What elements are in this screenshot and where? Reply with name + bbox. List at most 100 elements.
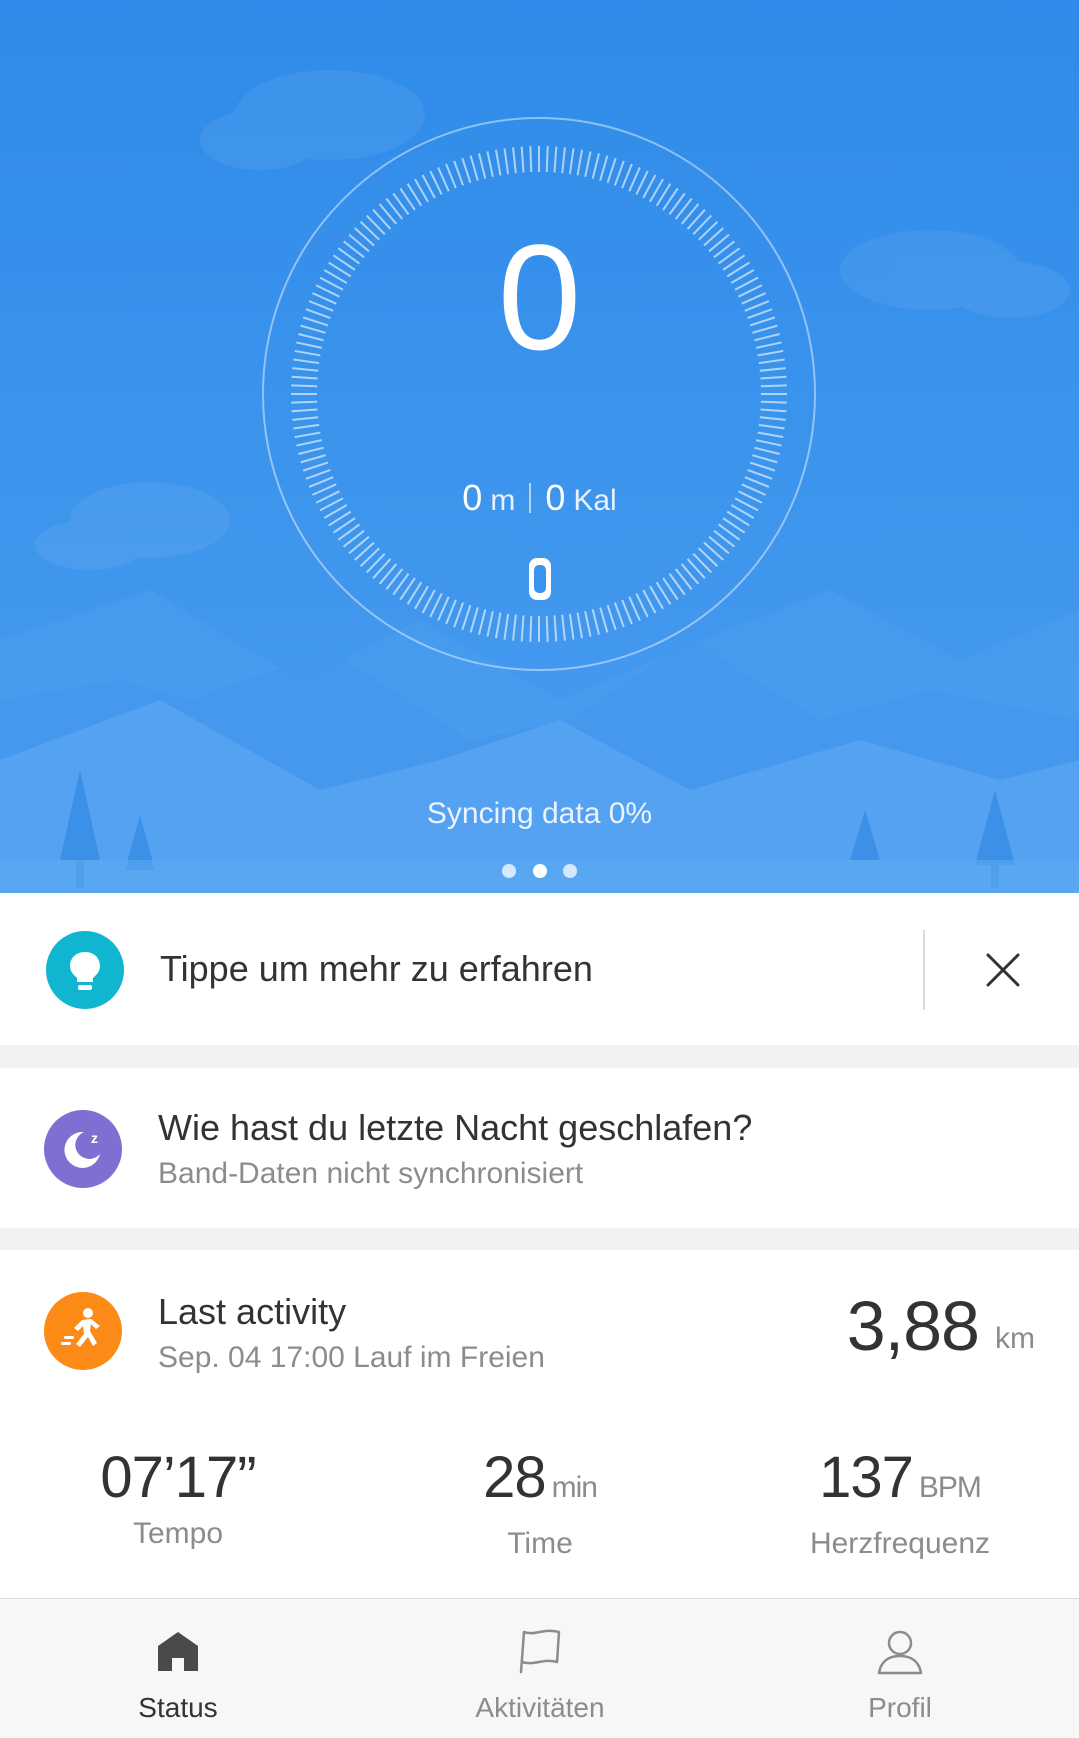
lightbulb-icon	[46, 931, 124, 1009]
ring-tick	[760, 400, 787, 404]
flag-icon	[519, 1629, 561, 1674]
ring-tick	[294, 431, 321, 439]
ring-tick	[293, 423, 320, 430]
ring-tick	[759, 416, 786, 421]
running-icon	[44, 1292, 122, 1370]
ring-tick	[445, 599, 457, 625]
ring-tick	[302, 461, 329, 472]
band-icon	[529, 558, 551, 600]
ring-tick	[437, 167, 450, 192]
metric-divider	[529, 483, 532, 513]
ring-tick	[752, 454, 778, 464]
ring-tick	[628, 596, 641, 621]
nav-status[interactable]: Status	[28, 1599, 328, 1738]
ring-tick	[576, 612, 584, 639]
ring-tick	[599, 607, 609, 633]
ring-tick	[621, 599, 633, 625]
stat-unit: min	[551, 1471, 598, 1504]
ring-tick	[561, 614, 566, 641]
nav-activities[interactable]: Aktivitäten	[390, 1599, 690, 1738]
nav-label: Profil	[868, 1692, 932, 1723]
tip-text: Tippe um mehr zu erfahren	[160, 948, 593, 989]
step-summary-panel[interactable]: 0 0 m 0 Kal Syncing data 0%	[0, 0, 1079, 893]
ring-tick	[453, 160, 465, 186]
ring-tick	[461, 604, 472, 631]
distance-calories-row: 0 m 0 Kal	[0, 474, 1079, 525]
ring-tick	[529, 615, 533, 642]
ring-tick	[545, 615, 549, 642]
step-count: 0	[497, 213, 582, 381]
ring-tick	[628, 167, 641, 192]
ring-tick	[494, 612, 502, 639]
activity-distance: 3,88	[846, 1287, 980, 1365]
ring-tick	[760, 408, 787, 413]
ring-tick	[437, 596, 450, 621]
ring-tick	[503, 613, 510, 640]
last-activity-card[interactable]: Last activity Sep. 04 17:00 Lauf im Frei…	[0, 1250, 1079, 1598]
ring-tick	[553, 615, 558, 642]
nav-profile[interactable]: Profil	[750, 1599, 1050, 1738]
ring-tick	[453, 602, 465, 628]
ring-tick	[758, 423, 785, 430]
page-indicator	[0, 864, 1079, 883]
ring-tick	[520, 615, 525, 642]
distance-unit: m	[490, 484, 516, 517]
ring-tick	[591, 153, 600, 179]
ring-tick	[613, 160, 625, 186]
sleep-subtitle: Band-Daten nicht synchronisiert	[158, 1157, 584, 1190]
ring-tick	[461, 157, 472, 184]
sleep-title: Wie hast du letzte Nacht geschlafen?	[158, 1107, 753, 1148]
stat-time: 28 min Time	[390, 1445, 690, 1563]
ring-tick	[613, 602, 625, 628]
stat-value: 07’17”	[100, 1445, 256, 1510]
ring-tick	[298, 446, 324, 455]
ring-tick	[445, 163, 457, 189]
ring-tick	[621, 163, 633, 189]
distance-value: 0	[462, 477, 483, 518]
page-dot	[562, 864, 577, 878]
activity-distance-unit: km	[995, 1322, 1035, 1355]
stat-label: Herzfrequenz	[809, 1527, 991, 1560]
ring-tick	[469, 607, 479, 633]
ring-tick	[606, 604, 617, 631]
ring-tick	[520, 146, 525, 173]
tip-card[interactable]: Tippe um mehr zu erfahren	[0, 893, 1079, 1045]
stat-value: 137	[819, 1445, 914, 1510]
nav-label: Status	[138, 1692, 218, 1723]
moon-sleep-icon: z	[44, 1110, 122, 1188]
ring-tick	[599, 155, 609, 181]
ring-tick	[291, 408, 318, 413]
ring-tick	[584, 610, 592, 637]
ring-tick	[568, 613, 575, 640]
stat-heart-rate: 137 BPM Herzfrequenz	[750, 1445, 1050, 1563]
ring-tick	[553, 146, 558, 173]
ring-tick	[754, 446, 780, 455]
ring-tick	[529, 146, 533, 173]
stat-unit: BPM	[918, 1471, 982, 1504]
ring-tick	[486, 151, 494, 178]
stat-tempo: 07’17” Tempo	[28, 1445, 328, 1553]
activity-title: Last activity	[158, 1291, 347, 1332]
ring-tick	[606, 157, 617, 184]
stat-value: 28	[483, 1445, 547, 1510]
nav-label: Aktivitäten	[475, 1692, 605, 1723]
ring-tick	[568, 148, 575, 175]
divider	[923, 930, 925, 1010]
ring-tick	[584, 151, 592, 178]
ring-tick	[757, 431, 784, 439]
ring-tick	[749, 461, 776, 472]
ring-tick	[503, 148, 510, 175]
page-dot-active	[532, 864, 547, 878]
ring-tick	[512, 147, 517, 174]
ring-tick	[591, 609, 600, 635]
ring-tick	[478, 609, 487, 635]
close-icon[interactable]	[970, 937, 1036, 1003]
sleep-card[interactable]: z Wie hast du letzte Nacht geschlafen? B…	[0, 1068, 1079, 1228]
ring-tick	[300, 454, 326, 464]
ring-tick	[296, 439, 323, 447]
stat-label: Time	[507, 1527, 573, 1560]
home-icon	[158, 1632, 198, 1671]
ring-tick	[291, 400, 318, 404]
ring-tick	[512, 614, 517, 641]
activity-subtitle: Sep. 04 17:00 Lauf im Freien	[158, 1341, 545, 1374]
